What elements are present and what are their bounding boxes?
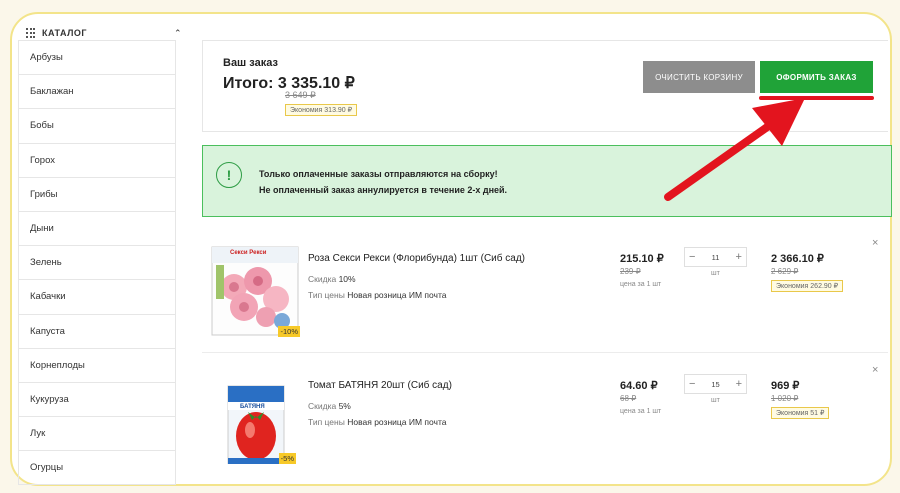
plus-icon[interactable]: + xyxy=(736,378,742,390)
cart-item: БАТЯНЯ -5% Томат БАТЯНЯ 20шт (Сиб сад) С… xyxy=(202,360,888,483)
close-icon[interactable]: × xyxy=(872,364,878,376)
product-discount: Скидка 10% xyxy=(308,274,356,284)
sidebar-item-ogurtsy[interactable]: Огурцы xyxy=(19,451,175,486)
price-type-label: Тип цены xyxy=(308,290,345,300)
price-type-label: Тип цены xyxy=(308,417,345,427)
unit-note: цена за 1 шт xyxy=(620,408,662,415)
sidebar-item-kukuruza[interactable]: Кукуруза xyxy=(19,383,175,418)
sidebar-item-arbuzy[interactable]: Арбузы xyxy=(19,41,175,76)
sidebar-item-baklazhan[interactable]: Баклажан xyxy=(19,75,175,110)
sidebar-item-luk[interactable]: Лук xyxy=(19,417,175,452)
quantity-unit: шт xyxy=(711,270,720,277)
discount-value: 5% xyxy=(338,401,351,411)
notice-line-1: Только оплаченные заказы отправляются на… xyxy=(259,169,498,179)
unit-price: 215.10 ₽ xyxy=(620,253,664,265)
catalog-sidebar: Арбузы Баклажан Бобы Горох Грибы Дыни Зе… xyxy=(18,40,176,486)
exclamation-icon: ! xyxy=(216,162,242,188)
catalog-header[interactable]: КАТАЛОГ xyxy=(26,28,87,38)
product-price-type: Тип цены Новая розница ИМ почта xyxy=(308,417,447,427)
price-type-value: Новая розница ИМ почта xyxy=(347,290,447,300)
quantity-value[interactable]: 15 xyxy=(711,380,719,389)
cart-item: Секси Рекси -10% Роза Секси Рекси (Флори… xyxy=(202,233,888,353)
line-total: 969 ₽ xyxy=(771,380,800,392)
line-economy-badge: Экономия 262.90 ₽ xyxy=(771,280,844,292)
notice-line-2: Не оплаченный заказ аннулируется в течен… xyxy=(259,185,508,195)
line-total: 2 366.10 ₽ xyxy=(771,253,824,265)
checkout-button[interactable]: ОФОРМИТЬ ЗАКАЗ xyxy=(760,61,873,93)
unit-price: 64.60 ₽ xyxy=(620,380,658,392)
order-economy-badge: Экономия 313.90 ₽ xyxy=(285,104,358,116)
discount-label: Скидка xyxy=(308,401,337,411)
discount-badge: -5% xyxy=(278,453,296,464)
unit-old-price: 239 ₽ xyxy=(620,267,641,276)
unit-old-price: 68 ₽ xyxy=(620,394,637,403)
order-old-total: 3 649 ₽ xyxy=(285,90,316,100)
product-image-tomato[interactable]: БАТЯНЯ -5% xyxy=(210,372,300,483)
catalog-title: КАТАЛОГ xyxy=(42,28,88,38)
sidebar-item-zelen[interactable]: Зелень xyxy=(19,246,175,281)
price-type-value: Новая розница ИМ почта xyxy=(347,417,447,427)
sidebar-item-kapusta[interactable]: Капуста xyxy=(19,315,175,349)
minus-icon[interactable]: − xyxy=(689,378,695,390)
chevron-up-icon[interactable]: ⌃ xyxy=(174,28,182,39)
order-label: Ваш заказ xyxy=(223,57,278,69)
rose-seed-pack-icon xyxy=(211,246,299,336)
product-image-rose[interactable]: Секси Рекси -10% xyxy=(210,245,300,337)
line-economy-badge: Экономия 51 ₽ xyxy=(771,407,830,419)
sidebar-item-korneplody[interactable]: Корнеплоды xyxy=(19,349,175,383)
line-old-total: 1 020 ₽ xyxy=(771,394,799,403)
pack-title: БАТЯНЯ xyxy=(240,404,265,410)
close-icon[interactable]: × xyxy=(872,237,878,249)
discount-badge: -10% xyxy=(278,326,300,337)
minus-icon[interactable]: − xyxy=(689,251,695,263)
product-name[interactable]: Томат БАТЯНЯ 20шт (Сиб сад) xyxy=(308,380,452,391)
discount-label: Скидка xyxy=(308,274,337,284)
product-name[interactable]: Роза Секси Рекси (Флорибунда) 1шт (Сиб с… xyxy=(308,253,525,264)
clear-cart-button[interactable]: ОЧИСТИТЬ КОРЗИНУ xyxy=(643,61,755,93)
sidebar-item-boby[interactable]: Бобы xyxy=(19,109,175,144)
sidebar-item-kabachki[interactable]: Кабачки xyxy=(19,280,175,315)
sidebar-item-dyni[interactable]: Дыни xyxy=(19,212,175,247)
quantity-unit: шт xyxy=(711,397,720,404)
pack-title: Секси Рекси xyxy=(230,250,267,256)
red-arrow-annotation xyxy=(664,98,805,201)
quantity-value[interactable]: 11 xyxy=(712,253,720,262)
product-price-type: Тип цены Новая розница ИМ почта xyxy=(308,290,447,300)
product-discount: Скидка 5% xyxy=(308,401,351,411)
tomato-seed-pack-icon xyxy=(227,385,285,483)
unit-note: цена за 1 шт xyxy=(620,281,662,288)
plus-icon[interactable]: + xyxy=(736,251,742,263)
quantity-stepper: − 11 + xyxy=(684,247,747,267)
catalog-grid-icon xyxy=(26,28,36,38)
sidebar-item-gorokh[interactable]: Горох xyxy=(19,144,175,178)
quantity-stepper: − 15 + xyxy=(684,374,747,394)
line-old-total: 2 629 ₽ xyxy=(771,267,799,276)
sidebar-item-griby[interactable]: Грибы xyxy=(19,178,175,212)
discount-value: 10% xyxy=(338,274,356,284)
